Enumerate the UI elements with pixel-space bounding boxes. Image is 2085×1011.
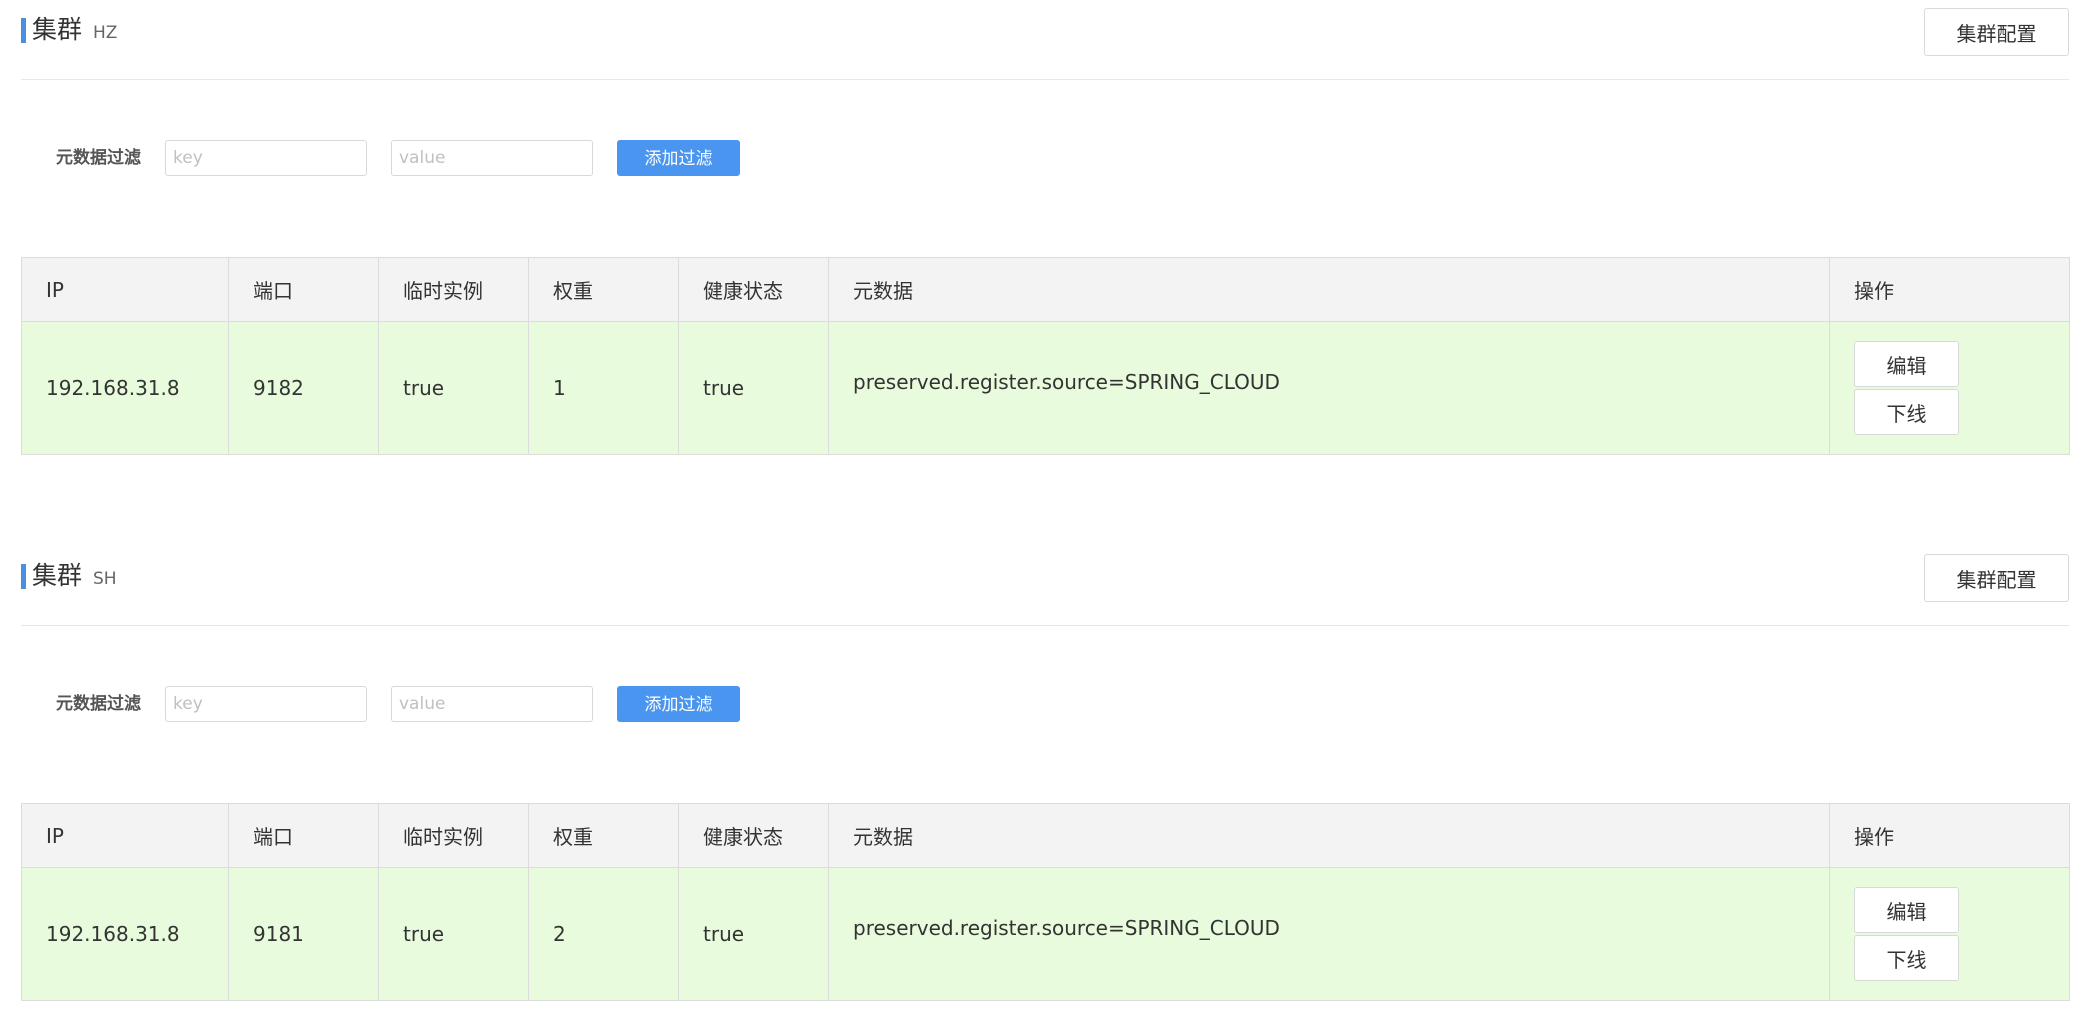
filter-value-input[interactable] — [391, 686, 593, 722]
edit-button[interactable]: 编辑 — [1854, 887, 1959, 933]
cluster-title: 集群 — [32, 561, 83, 590]
cluster-config-button[interactable]: 集群配置 — [1924, 554, 2069, 602]
column-header-ephemeral: 临时实例 — [378, 257, 529, 322]
metadata-filter-row: 元数据过滤 添加过滤 — [21, 80, 2069, 257]
cell-port: 9181 — [228, 867, 379, 1001]
column-header-ip: IP — [21, 257, 229, 322]
cell-ip: 192.168.31.8 — [21, 321, 229, 455]
column-header-actions: 操作 — [1829, 803, 2070, 868]
cluster-section-hz: 集群 HZ 集群配置 元数据过滤 添加过滤 IP 端口 临时实例 权重 健康状态… — [21, 0, 2070, 455]
cell-weight: 1 — [528, 321, 679, 455]
metadata-filter-row: 元数据过滤 添加过滤 — [21, 626, 2069, 803]
cluster-name: SH — [93, 569, 117, 589]
filter-key-input[interactable] — [165, 686, 367, 722]
cell-ip: 192.168.31.8 — [21, 867, 229, 1001]
page: 集群 HZ 集群配置 元数据过滤 添加过滤 IP 端口 临时实例 权重 健康状态… — [0, 0, 2085, 1011]
offline-button[interactable]: 下线 — [1854, 389, 1959, 435]
cluster-title: 集群 — [32, 15, 83, 44]
column-header-actions: 操作 — [1829, 257, 2070, 322]
cluster-section-sh: 集群 SH 集群配置 元数据过滤 添加过滤 IP 端口 临时实例 权重 健康状态… — [21, 546, 2070, 1001]
add-filter-button[interactable]: 添加过滤 — [617, 140, 740, 176]
cell-healthy: true — [678, 867, 829, 1001]
table-row: 192.168.31.8 9181 true 2 true preserved.… — [21, 867, 2070, 1001]
column-header-metadata: 元数据 — [828, 257, 1830, 322]
cell-weight: 2 — [528, 867, 679, 1001]
cell-ephemeral: true — [378, 867, 529, 1001]
edit-button[interactable]: 编辑 — [1854, 341, 1959, 387]
cluster-config-button[interactable]: 集群配置 — [1924, 8, 2069, 56]
column-header-ephemeral: 临时实例 — [378, 803, 529, 868]
cell-metadata: preserved.register.source=SPRING_CLOUD — [828, 321, 1830, 455]
table-header-row: IP 端口 临时实例 权重 健康状态 元数据 操作 — [21, 257, 2070, 322]
cell-healthy: true — [678, 321, 829, 455]
column-header-health: 健康状态 — [678, 803, 829, 868]
metadata-text: preserved.register.source=SPRING_CLOUD — [853, 916, 1280, 940]
column-header-port: 端口 — [228, 803, 379, 868]
cell-actions: 编辑 下线 — [1829, 867, 2070, 1001]
cluster-header: 集群 HZ 集群配置 — [21, 0, 2069, 80]
table-header-row: IP 端口 临时实例 权重 健康状态 元数据 操作 — [21, 803, 2070, 868]
title-accent-bar — [21, 18, 26, 43]
column-header-weight: 权重 — [528, 803, 679, 868]
cell-metadata: preserved.register.source=SPRING_CLOUD — [828, 867, 1830, 1001]
cell-actions: 编辑 下线 — [1829, 321, 2070, 455]
table-row: 192.168.31.8 9182 true 1 true preserved.… — [21, 321, 2070, 455]
column-header-metadata: 元数据 — [828, 803, 1830, 868]
column-header-health: 健康状态 — [678, 257, 829, 322]
filter-key-input[interactable] — [165, 140, 367, 176]
instance-table: IP 端口 临时实例 权重 健康状态 元数据 操作 192.168.31.8 9… — [21, 803, 2070, 1001]
metadata-text: preserved.register.source=SPRING_CLOUD — [853, 370, 1280, 394]
column-header-port: 端口 — [228, 257, 379, 322]
instance-table: IP 端口 临时实例 权重 健康状态 元数据 操作 192.168.31.8 9… — [21, 257, 2070, 455]
column-header-weight: 权重 — [528, 257, 679, 322]
cell-port: 9182 — [228, 321, 379, 455]
cluster-name: HZ — [93, 23, 118, 43]
cluster-header: 集群 SH 集群配置 — [21, 546, 2069, 626]
add-filter-button[interactable]: 添加过滤 — [617, 686, 740, 722]
offline-button[interactable]: 下线 — [1854, 935, 1959, 981]
metadata-filter-label: 元数据过滤 — [56, 694, 141, 714]
metadata-filter-label: 元数据过滤 — [56, 148, 141, 168]
filter-value-input[interactable] — [391, 140, 593, 176]
cell-ephemeral: true — [378, 321, 529, 455]
title-accent-bar — [21, 564, 26, 589]
column-header-ip: IP — [21, 803, 229, 868]
